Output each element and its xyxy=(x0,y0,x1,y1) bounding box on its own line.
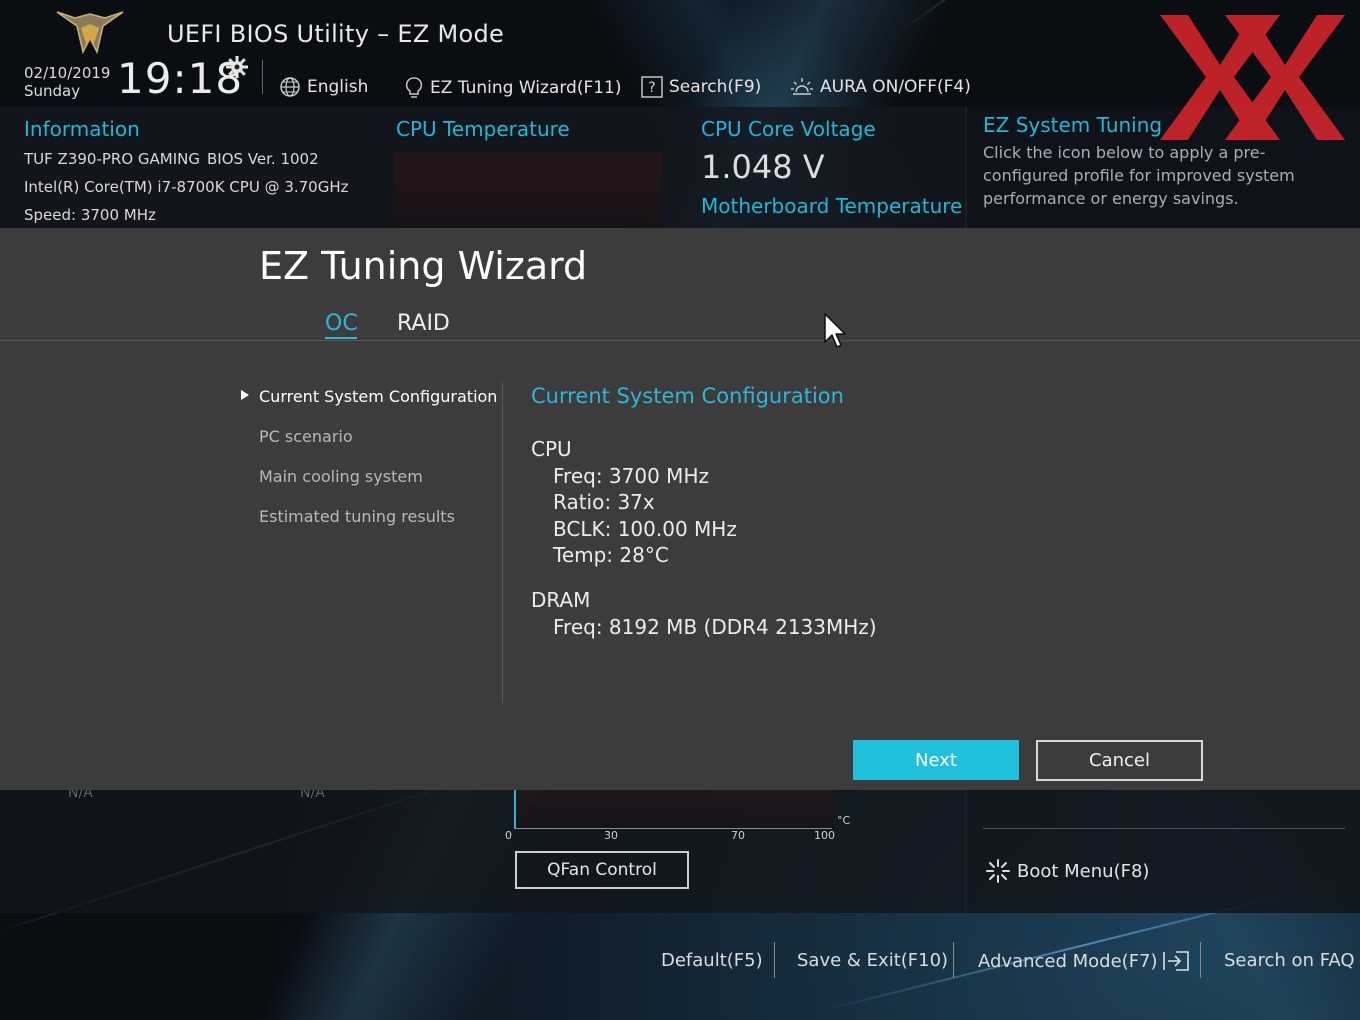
information-heading: Information xyxy=(24,117,140,141)
cpu-ratio: Ratio: 37x xyxy=(553,490,655,514)
exit-icon xyxy=(1162,951,1189,971)
advanced-mode-button[interactable]: Advanced Mode(F7) xyxy=(978,950,1190,972)
footer-separator xyxy=(1200,942,1201,978)
cpu-heading: CPU xyxy=(531,437,572,461)
tab-raid[interactable]: RAID xyxy=(397,311,450,336)
footer-separator xyxy=(953,942,954,978)
motherboard-temperature-label: Motherboard Temperature xyxy=(701,194,963,218)
active-step-arrow-icon xyxy=(241,390,249,400)
cpu-speed: Speed: 3700 MHz xyxy=(24,206,156,224)
cpu-temp: Temp: 28°C xyxy=(553,543,669,567)
aura-label: AURA ON/OFF(F4) xyxy=(820,77,971,97)
wizard-vertical-separator xyxy=(502,383,503,703)
mouse-cursor-icon xyxy=(824,313,848,351)
tab-divider xyxy=(0,340,1360,341)
advanced-mode-label: Advanced Mode(F7) xyxy=(978,950,1158,972)
step-estimated-tuning-results[interactable]: Estimated tuning results xyxy=(259,507,455,526)
fan-chart-axis xyxy=(514,828,832,829)
cancel-button[interactable]: Cancel xyxy=(1036,740,1203,781)
search-faq-button[interactable]: Search on FAQ xyxy=(1224,950,1355,971)
app-title: UEFI BIOS Utility – EZ Mode xyxy=(167,20,505,48)
watermark-logo xyxy=(1160,15,1345,140)
language-selector[interactable]: English xyxy=(279,76,368,98)
save-exit-button[interactable]: Save & Exit(F10) xyxy=(797,950,948,971)
boot-menu-label: Boot Menu(F8) xyxy=(1017,860,1150,882)
ez-system-tuning-description: Click the icon below to apply a pre-conf… xyxy=(983,143,1295,208)
fan-curve-chart xyxy=(514,790,834,828)
tab-oc-underline xyxy=(325,337,357,339)
board-model: TUF Z390-PRO GAMING xyxy=(24,150,200,168)
fan-tick-0: 0 xyxy=(505,829,512,842)
globe-icon xyxy=(280,77,300,97)
aura-toggle-button[interactable]: AURA ON/OFF(F4) xyxy=(790,76,971,98)
wizard-title: EZ Tuning Wizard xyxy=(259,244,588,288)
clock: 19:18 xyxy=(117,54,244,103)
ez-tuning-wizard-label: EZ Tuning Wizard(F11) xyxy=(430,78,622,98)
date-display: 02/10/2019 Sunday xyxy=(24,64,110,100)
fan-tick-100: 100 xyxy=(814,829,835,842)
date: 02/10/2019 xyxy=(24,64,111,82)
cpu-freq: Freq: 3700 MHz xyxy=(553,464,709,488)
cpu-voltage-value: 1.048 V xyxy=(701,148,825,186)
svg-text:?: ? xyxy=(648,80,655,96)
dram-freq: Freq: 8192 MB (DDR4 2133MHz) xyxy=(553,615,877,639)
tuf-logo-icon xyxy=(55,8,125,58)
bios-version: BIOS Ver. 1002 xyxy=(207,150,319,168)
step-current-system-configuration[interactable]: Current System Configuration xyxy=(259,387,497,406)
lower-right-panel xyxy=(965,790,1360,913)
cpu-temperature-graph xyxy=(394,152,662,228)
aura-icon xyxy=(791,78,813,95)
footer-separator xyxy=(774,942,775,978)
cpu-voltage-label: CPU Core Voltage xyxy=(701,117,876,141)
dram-heading: DRAM xyxy=(531,588,591,612)
search-button[interactable]: ? Search(F9) xyxy=(641,76,761,98)
step-main-cooling-system[interactable]: Main cooling system xyxy=(259,467,423,486)
ez-tuning-wizard-button[interactable]: EZ Tuning Wizard(F11) xyxy=(404,76,622,100)
fan-tick-30: 30 xyxy=(604,829,618,842)
qfan-control-button[interactable]: QFan Control xyxy=(515,851,689,889)
step-pc-scenario[interactable]: PC scenario xyxy=(259,427,353,446)
boot-menu-button[interactable]: Boot Menu(F8) xyxy=(985,858,1149,884)
tab-oc[interactable]: OC xyxy=(325,311,358,336)
cpu-model: Intel(R) Core(TM) i7-8700K CPU @ 3.70GHz xyxy=(24,178,349,196)
day: Sunday xyxy=(24,82,81,100)
header-separator xyxy=(262,60,263,94)
gear-icon[interactable] xyxy=(226,56,248,78)
search-label: Search(F9) xyxy=(669,77,762,97)
boot-icon xyxy=(986,859,1010,883)
next-button[interactable]: Next xyxy=(853,740,1019,780)
right-panel-divider xyxy=(983,828,1345,829)
search-icon: ? xyxy=(641,76,663,98)
cpu-bclk: BCLK: 100.00 MHz xyxy=(553,517,737,541)
cpu-temperature-label: CPU Temperature xyxy=(396,117,570,141)
language-label: English xyxy=(307,77,369,97)
fan-unit: °C xyxy=(837,814,851,827)
fan-tick-70: 70 xyxy=(731,829,745,842)
lightbulb-icon xyxy=(405,77,423,98)
default-button[interactable]: Default(F5) xyxy=(661,950,763,971)
ez-tuning-wizard-dialog xyxy=(0,228,1360,790)
ez-system-tuning-title: EZ System Tuning xyxy=(983,113,1163,137)
config-section-title: Current System Configuration xyxy=(531,384,844,408)
